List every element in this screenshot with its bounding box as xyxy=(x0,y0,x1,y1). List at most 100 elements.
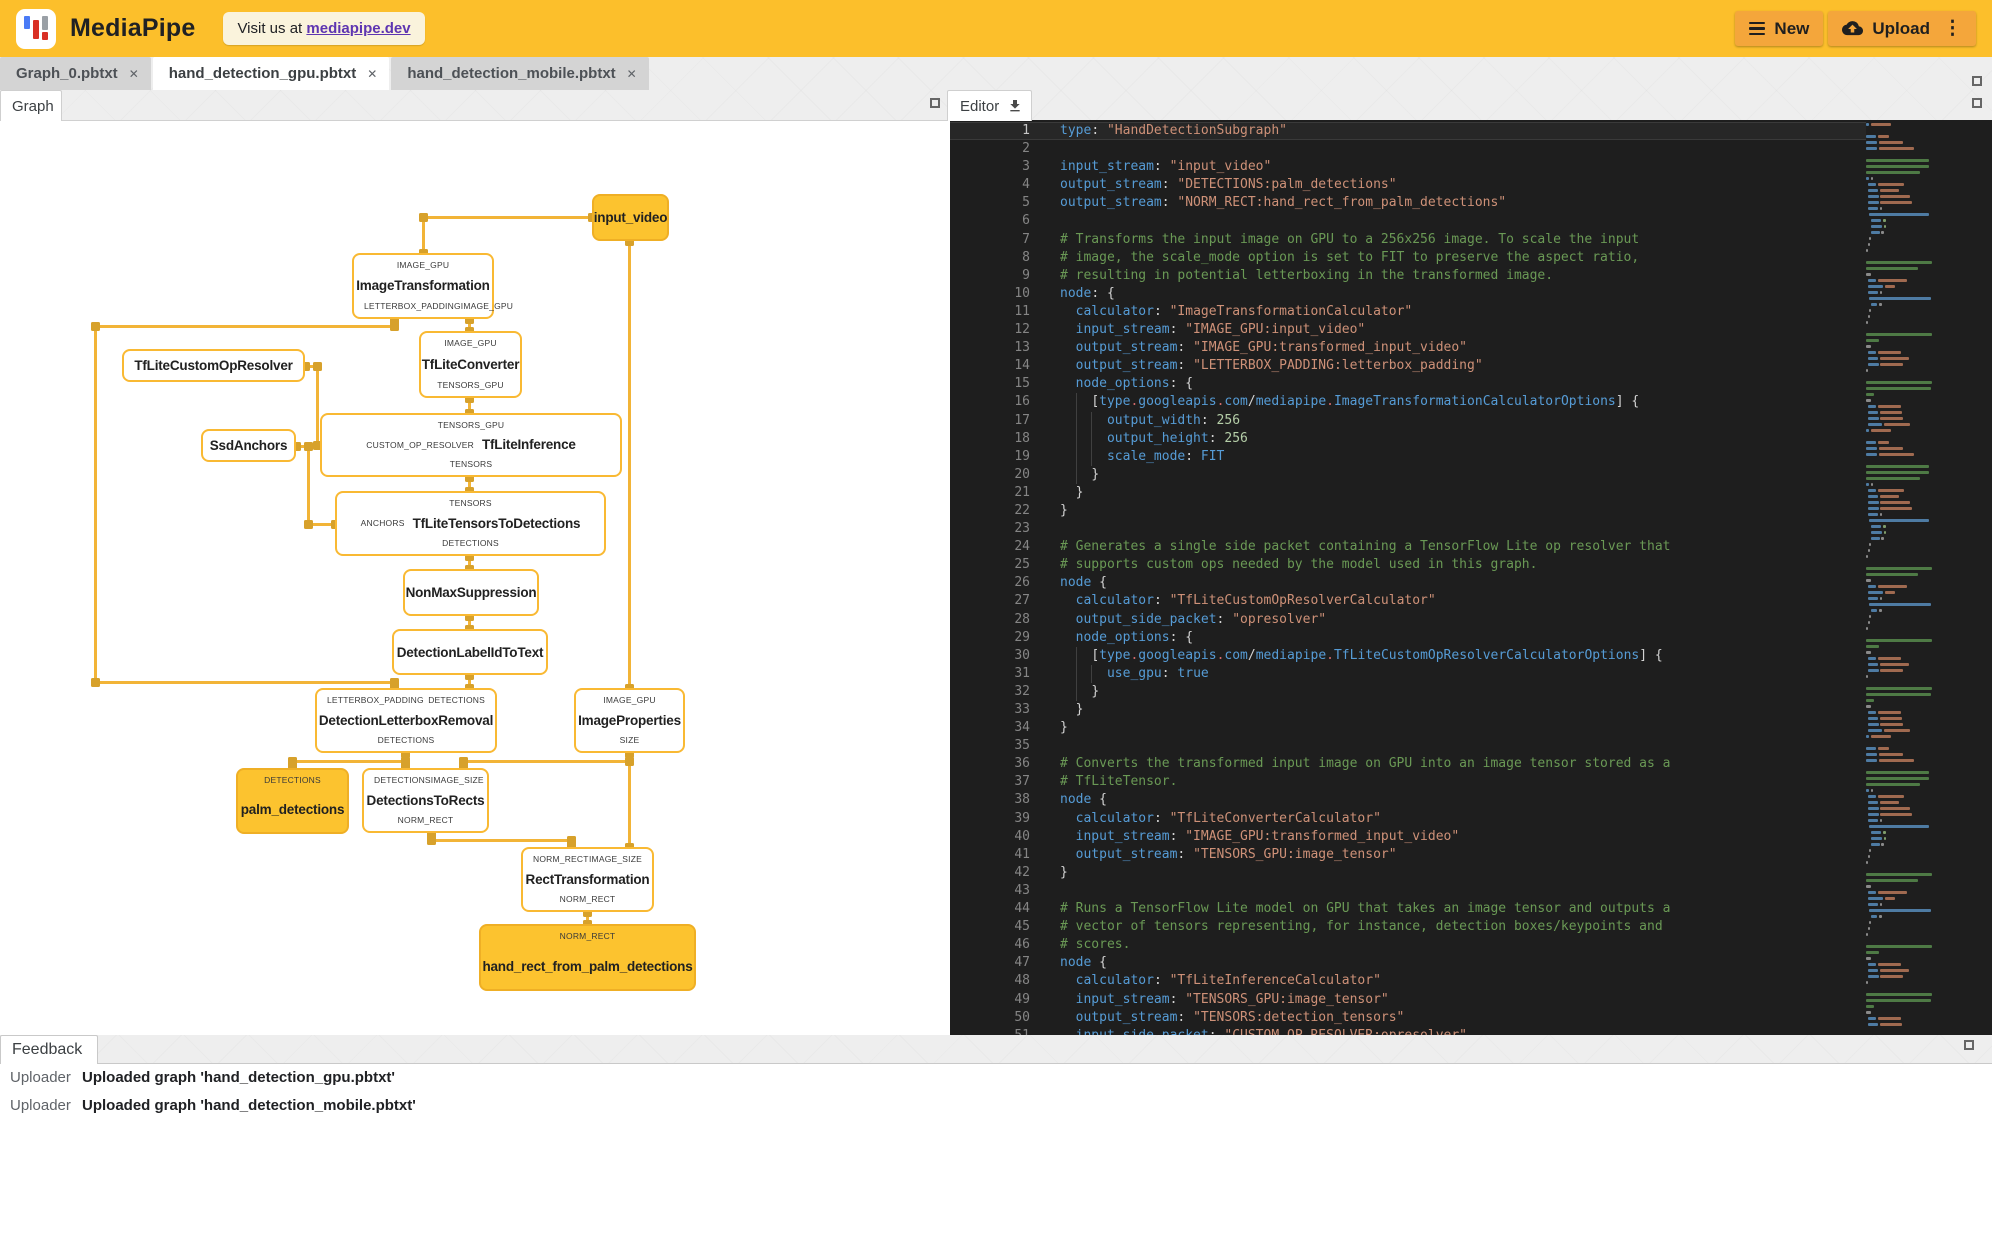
visit-text: Visit us at xyxy=(237,20,303,37)
code-line: # Converts the transformed input image o… xyxy=(1060,756,1671,772)
minimap-line xyxy=(1878,147,1915,150)
line-number: 44 xyxy=(1014,901,1030,917)
close-tab-icon[interactable]: ✕ xyxy=(129,67,139,81)
port-label-norm_rect: NORM_RECT xyxy=(533,854,589,864)
line-number: 32 xyxy=(1014,683,1030,699)
code-line: # Generates a single side packet contain… xyxy=(1060,539,1671,555)
file-tab-hand_detection_mobile.pbtxt[interactable]: hand_detection_mobile.pbtxt ✕ xyxy=(391,57,649,90)
minimap-line xyxy=(1871,609,1878,612)
graph-node-TfLiteConverter[interactable]: IMAGE_GPU TfLiteConverter TENSORS_GPU xyxy=(419,331,522,398)
minimap-line xyxy=(1867,201,1879,204)
graph-node-ImageProperties[interactable]: IMAGE_GPU ImageProperties SIZE xyxy=(574,688,685,753)
tab-editor[interactable]: Editor xyxy=(947,90,1032,121)
code-line: input_side_packet: "CUSTOM_OP_RESOLVER:o… xyxy=(1060,1027,1670,1035)
minimap[interactable] xyxy=(1866,122,1978,1033)
editor-panel[interactable]: 1 2 3 4 5 6 7 8 9 10 11 12 13 14 15 16 17 18 19 20 21 22 23 24 2… xyxy=(950,120,1992,1035)
graph-node-TfLiteInference[interactable]: TENSORS_GPU CUSTOM_OP_RESOLVER TfLiteInfer… xyxy=(320,413,622,477)
line-number: 47 xyxy=(1014,955,1030,971)
graph-node-TfLiteTensorsToDetections[interactable]: TENSORS ANCHORS TfLiteTensorsToDetections D… xyxy=(335,491,606,556)
minimap-line xyxy=(1866,399,1872,402)
mediapipe-dev-link[interactable]: mediapipe.dev xyxy=(306,20,410,37)
minimap-line xyxy=(1878,453,1915,456)
indent-guide xyxy=(1075,646,1077,665)
minimap-line xyxy=(1867,363,1879,366)
graph-canvas[interactable]: input_video IMAGE_GPU ImageTransformation L… xyxy=(0,121,950,1035)
maximize-editor-icon[interactable] xyxy=(1972,98,1982,108)
minimap-line xyxy=(1866,735,1870,738)
graph-node-DetectionLabelIdToText[interactable]: DetectionLabelIdToText xyxy=(392,629,548,675)
minimap-line xyxy=(1866,165,1929,168)
minimap-line xyxy=(1880,201,1912,204)
tab-feedback[interactable]: Feedback xyxy=(0,1035,98,1064)
minimap-line xyxy=(1866,381,1933,384)
new-button-label: New xyxy=(1774,18,1810,38)
code-line: node: { xyxy=(1060,285,1115,301)
minimap-line xyxy=(1877,747,1889,750)
graph-edge xyxy=(421,215,594,219)
graph-node-RectTransformation[interactable]: NORM_RECT IMAGE_SIZE RectTransformation NOR… xyxy=(521,847,654,912)
line-number: 11 xyxy=(1014,303,1030,319)
graph-node-SsdAnchors[interactable]: SsdAnchors xyxy=(201,429,296,462)
line-number: 30 xyxy=(1014,647,1030,663)
upload-button[interactable]: Upload ⋮ xyxy=(1828,11,1976,46)
code-line: # Runs a TensorFlow Lite model on GPU th… xyxy=(1060,901,1671,917)
minimap-line xyxy=(1866,567,1933,570)
graph-node-hand_rect_from_palm_detections[interactable]: NORM_RECT hand_rect_from_palm_detections xyxy=(479,924,696,991)
minimap-line xyxy=(1866,477,1920,480)
line-number: 38 xyxy=(1014,792,1030,808)
node-label: TfLiteInference xyxy=(481,437,576,452)
minimap-line xyxy=(1867,195,1879,198)
minimap-line xyxy=(1869,615,1872,618)
code-line: node { xyxy=(1060,575,1107,591)
indent-guide xyxy=(1075,447,1077,466)
graph-node-DetectionsToRects[interactable]: DETECTIONS IMAGE_SIZE DetectionsToRects NOR… xyxy=(362,768,489,833)
minimap-line xyxy=(1867,801,1878,804)
node-label: NonMaxSuppression xyxy=(405,585,537,600)
minimap-line xyxy=(1877,585,1907,588)
minimap-line xyxy=(1871,525,1882,528)
minimap-line xyxy=(1883,729,1911,732)
graph-edge xyxy=(627,239,631,690)
code-line: output_height: 256 xyxy=(1060,429,1670,448)
code-area[interactable]: type: "HandDetectionSubgraph" input_strea… xyxy=(1060,122,1670,1035)
port-label-image_size: IMAGE_SIZE xyxy=(588,854,642,864)
node-label: DetectionLetterboxRemoval xyxy=(318,712,494,728)
minimap-line xyxy=(1880,669,1903,672)
minimap-line xyxy=(1880,501,1911,504)
maximize-tabbar-icon[interactable] xyxy=(1972,76,1982,86)
kebab-menu-icon[interactable]: ⋮ xyxy=(1943,17,1962,40)
new-button[interactable]: New xyxy=(1735,11,1824,46)
code-line: input_stream: "IMAGE_GPU:transformed_inp… xyxy=(1075,828,1460,844)
file-tab-hand_detection_gpu.pbtxt[interactable]: hand_detection_gpu.pbtxt ✕ xyxy=(152,57,390,90)
minimap-line xyxy=(1877,1017,1901,1020)
minimap-line xyxy=(1866,579,1872,582)
graph-node-ImageTransformation[interactable]: IMAGE_GPU ImageTransformation LETTERBOX_PA… xyxy=(352,253,513,319)
download-icon[interactable] xyxy=(1007,98,1023,114)
close-tab-icon[interactable]: ✕ xyxy=(367,67,377,81)
maximize-graph-icon[interactable] xyxy=(930,98,940,108)
close-tab-icon[interactable]: ✕ xyxy=(627,67,637,81)
minimap-line xyxy=(1878,753,1903,756)
graph-node-palm_detections[interactable]: DETECTIONS palm_detections xyxy=(236,768,349,834)
graph-node-NonMaxSuppression[interactable]: NonMaxSuppression xyxy=(403,569,539,616)
port-label-tensors_gpu: TENSORS_GPU xyxy=(437,420,505,430)
graph-node-DetectionLetterboxRemoval[interactable]: LETTERBOX_PADDING DETECTIONS DetectionLett… xyxy=(315,688,497,753)
maximize-feedback-icon[interactable] xyxy=(1964,1040,1974,1050)
minimap-line xyxy=(1877,441,1889,444)
minimap-line xyxy=(1877,711,1901,714)
minimap-line xyxy=(1866,483,1870,486)
minimap-line xyxy=(1878,447,1903,450)
minimap-line xyxy=(1866,321,1868,324)
minimap-line xyxy=(1866,783,1920,786)
app-header: MediaPipe Visit us at mediapipe.dev New … xyxy=(0,0,1992,57)
tab-graph[interactable]: Graph xyxy=(0,90,62,121)
line-number: 45 xyxy=(1014,919,1030,935)
graph-edge xyxy=(93,680,396,684)
minimap-line xyxy=(1866,465,1929,468)
minimap-line xyxy=(1866,789,1870,792)
graph-node-input_video[interactable]: input_video xyxy=(592,194,669,241)
file-tab-Graph_0.pbtxt[interactable]: Graph_0.pbtxt ✕ xyxy=(0,57,151,90)
graph-node-TfLiteCustomOpResolver[interactable]: TfLiteCustomOpResolver xyxy=(122,349,305,382)
minimap-line xyxy=(1867,495,1878,498)
